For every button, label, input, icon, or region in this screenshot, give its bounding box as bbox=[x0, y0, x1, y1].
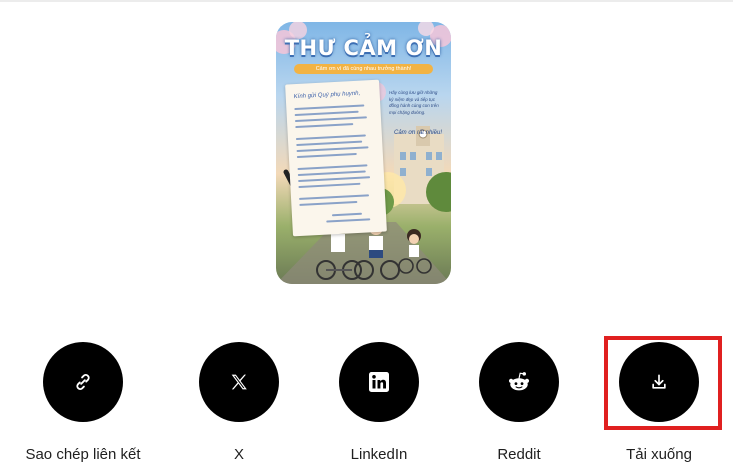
letter-text-line bbox=[294, 104, 365, 110]
letter-greeting: Kính gửi Quý phụ huynh, bbox=[293, 90, 361, 101]
copy-link-button[interactable] bbox=[43, 342, 123, 422]
letter-text-line bbox=[294, 110, 359, 116]
letter-text-line bbox=[299, 194, 370, 200]
share-reddit-button[interactable] bbox=[479, 342, 559, 422]
card-side-note-sign: Cảm ơn rất nhiều! bbox=[394, 130, 442, 136]
thank-you-card-image: THƯ CẢM ƠN Cảm ơn vì đã cùng nhau trưởng… bbox=[276, 22, 451, 284]
download-button[interactable] bbox=[619, 342, 699, 422]
share-x-circle[interactable] bbox=[199, 342, 279, 422]
letter-text-line bbox=[296, 140, 363, 146]
share-x-button[interactable] bbox=[199, 342, 279, 422]
letter-text-line bbox=[299, 200, 358, 206]
letter-text-line bbox=[296, 152, 357, 158]
share-linkedin-circle[interactable] bbox=[339, 342, 419, 422]
download-icon bbox=[652, 374, 666, 389]
letter-text-line bbox=[298, 176, 371, 182]
share-x-label: X bbox=[233, 446, 245, 463]
share-linkedin-button[interactable] bbox=[339, 342, 419, 422]
download-circle[interactable] bbox=[619, 342, 699, 422]
letter-text-line bbox=[295, 134, 366, 140]
letter-signature-line bbox=[326, 218, 371, 223]
reddit-icon bbox=[508, 372, 530, 391]
letter-text-line bbox=[297, 170, 366, 176]
card-title: THƯ CẢM ƠN bbox=[284, 36, 443, 60]
linkedin-icon bbox=[369, 372, 389, 392]
letter-text-line bbox=[298, 182, 361, 188]
x-logo-icon bbox=[231, 374, 247, 390]
card-side-note: Hãy cùng lưu giữ những kỷ niệm đẹp và ti… bbox=[389, 90, 439, 115]
letter-text-line bbox=[296, 146, 369, 152]
share-reddit-label: Reddit bbox=[497, 446, 541, 463]
top-divider bbox=[0, 0, 733, 2]
share-reddit-circle[interactable] bbox=[479, 342, 559, 422]
card-letter: Kính gửi Quý phụ huynh, bbox=[285, 79, 387, 237]
letter-text-line bbox=[295, 123, 354, 128]
download-label: Tải xuống bbox=[626, 446, 692, 463]
copy-link-circle[interactable] bbox=[43, 342, 123, 422]
share-linkedin-label: LinkedIn bbox=[350, 446, 408, 463]
link-icon bbox=[76, 374, 90, 390]
letter-signature-line bbox=[331, 212, 362, 216]
letter-text-line bbox=[294, 116, 367, 122]
letter-text-line bbox=[297, 164, 368, 170]
copy-link-label: Sao chép liên kết bbox=[25, 446, 141, 463]
card-subtitle-banner: Cảm ơn vì đã cùng nhau trưởng thành! bbox=[294, 64, 433, 74]
